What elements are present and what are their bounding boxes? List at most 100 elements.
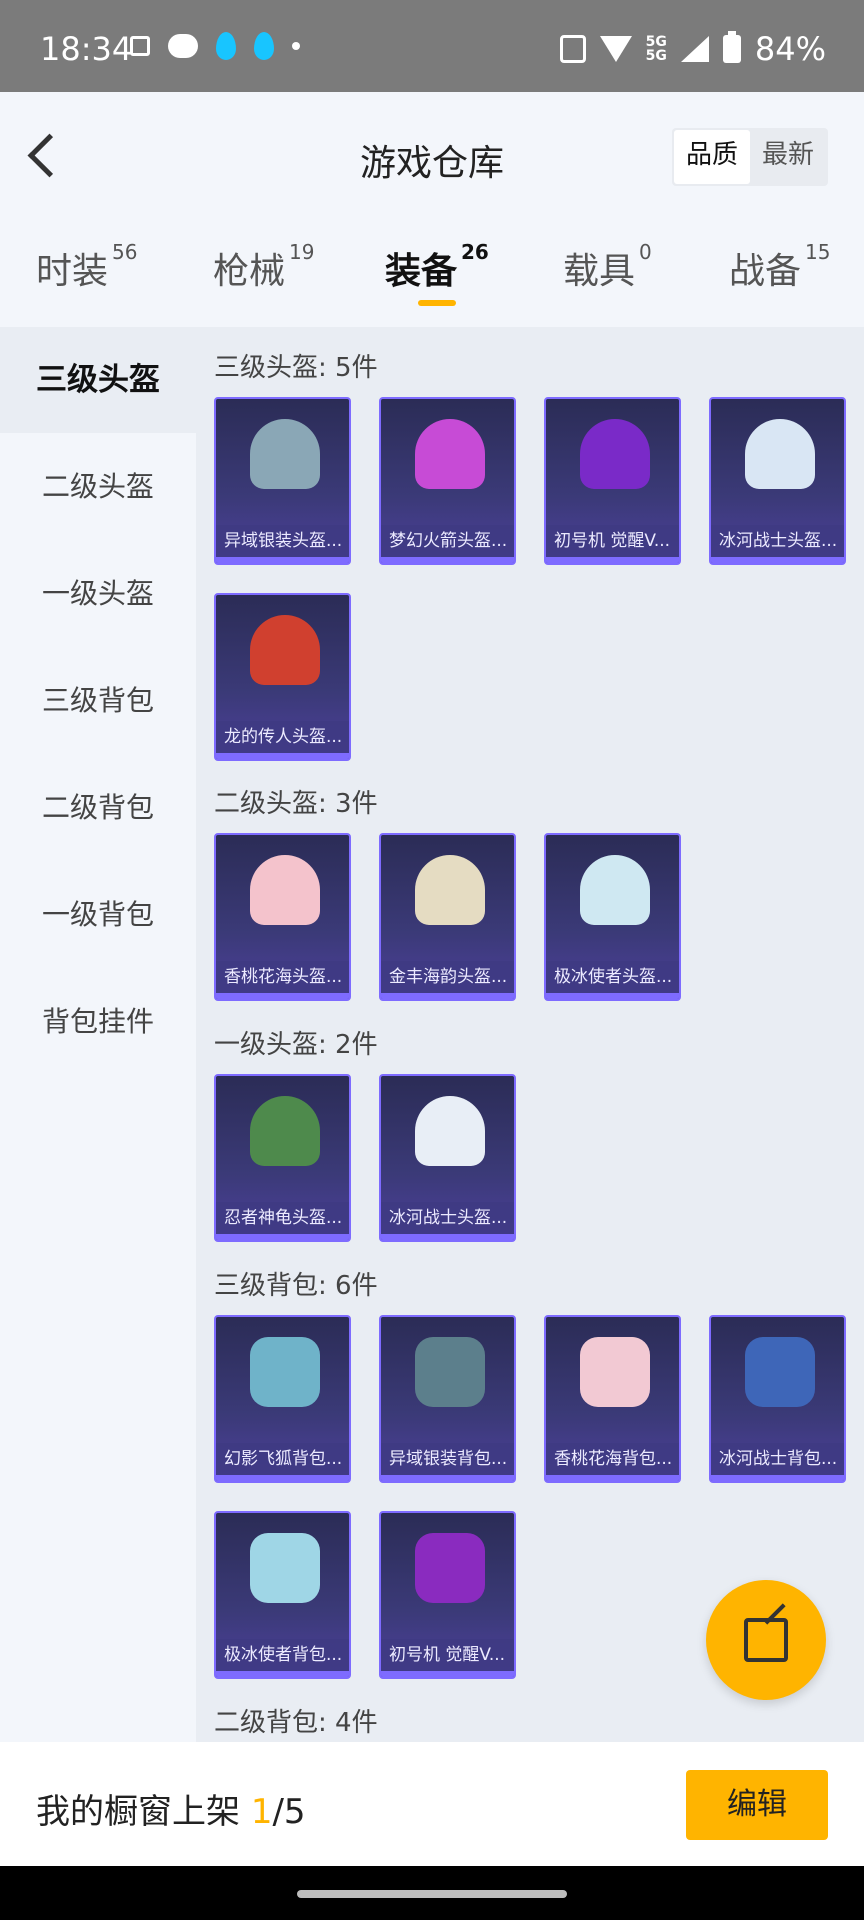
item-name: 初号机 觉醒V... (546, 525, 679, 557)
item-card[interactable]: 香桃花海头盔... (214, 833, 351, 1001)
item-card[interactable]: 香桃花海背包... (544, 1315, 681, 1483)
active-tab-indicator (418, 300, 456, 306)
item-card[interactable]: 龙的传人头盔... (214, 593, 351, 761)
tab-fashion[interactable]: 时装 56 (36, 240, 138, 294)
item-card[interactable]: 幻影飞狐背包... (214, 1315, 351, 1483)
helmet-icon (415, 1096, 485, 1166)
home-handle[interactable] (297, 1890, 567, 1898)
sidebar-item-level3-helmet[interactable]: 三级头盔 (0, 327, 196, 433)
section-title: 二级背包: 4件 (214, 1708, 378, 1738)
share-button[interactable] (706, 1580, 826, 1700)
sidebar-item-level1-helmet[interactable]: 一级头盔 (0, 541, 196, 647)
section-title: 二级头盔: 3件 (214, 789, 378, 819)
helmet-icon (250, 419, 320, 489)
item-card[interactable]: 梦幻火箭头盔... (379, 397, 516, 565)
drop-icon (216, 32, 236, 60)
item-card[interactable]: 极冰使者头盔... (544, 833, 681, 1001)
sort-toggle: 品质 最新 (671, 128, 828, 186)
item-name: 香桃花海头盔... (216, 961, 349, 993)
status-bar: 18:34 5G 5G 84% (0, 0, 864, 92)
external-link-icon (744, 1618, 788, 1662)
item-name: 香桃花海背包... (546, 1443, 679, 1475)
category-tabs: 时装 56 枪械 19 装备 26 载具 0 战备 15 (0, 222, 864, 327)
shelf-count: 1 (250, 1792, 273, 1832)
item-name: 冰河战士背包... (711, 1443, 844, 1475)
section-title: 三级背包: 6件 (214, 1271, 378, 1301)
item-name: 金丰海韵头盔... (381, 961, 514, 993)
item-name: 初号机 觉醒V... (381, 1639, 514, 1671)
helmet-icon (250, 1096, 320, 1166)
battery-icon (722, 31, 741, 63)
helmet-icon (250, 855, 320, 925)
tab-vehicles[interactable]: 载具 0 (563, 240, 652, 294)
item-card[interactable]: 异域银装背包... (379, 1315, 516, 1483)
backpack-icon (415, 1533, 485, 1603)
system-icons: 5G 5G 84% (559, 30, 826, 68)
tab-count: 0 (639, 240, 652, 264)
backpack-icon (250, 1337, 320, 1407)
edit-button[interactable]: 编辑 (686, 1770, 828, 1840)
signal-icon (680, 36, 709, 62)
helmet-icon (580, 855, 650, 925)
helmet-icon (250, 615, 320, 685)
helmet-icon (745, 419, 815, 489)
item-name: 梦幻火箭头盔... (381, 525, 514, 557)
item-name: 极冰使者背包... (216, 1639, 349, 1671)
system-nav-bar (0, 1866, 864, 1920)
item-card[interactable]: 初号机 觉醒V... (379, 1511, 516, 1679)
status-time: 18:34 (40, 30, 133, 68)
tab-weapons[interactable]: 枪械 19 (213, 240, 314, 294)
item-card[interactable]: 金丰海韵头盔... (379, 833, 516, 1001)
backpack-icon (250, 1533, 320, 1603)
item-name: 冰河战士头盔... (711, 525, 844, 557)
sidebar-item-level3-backpack[interactable]: 三级背包 (0, 648, 196, 754)
tab-equipment[interactable]: 装备 26 (385, 240, 489, 294)
item-grid: 三级头盔: 5件 异域银装头盔... 梦幻火箭头盔... 初号机 觉醒V... … (196, 327, 864, 1742)
bottom-bar: 我的橱窗上架 1/5 编辑 (0, 1742, 864, 1866)
sidebar-item-backpack-charm[interactable]: 背包挂件 (0, 969, 196, 1075)
sidebar-item-level2-backpack[interactable]: 二级背包 (0, 755, 196, 861)
network-type: 5G 5G (645, 34, 667, 64)
item-name: 异域银装背包... (381, 1443, 514, 1475)
item-name: 龙的传人头盔... (216, 721, 349, 753)
battery-percent: 84% (754, 30, 826, 68)
backpack-icon (580, 1337, 650, 1407)
item-name: 幻影飞狐背包... (216, 1443, 349, 1475)
item-name: 极冰使者头盔... (546, 961, 679, 993)
item-card[interactable]: 初号机 觉醒V... (544, 397, 681, 565)
item-name: 冰河战士头盔... (381, 1202, 514, 1234)
nfc-icon (559, 35, 586, 63)
sidebar-item-level1-backpack[interactable]: 一级背包 (0, 862, 196, 968)
tab-count: 56 (112, 240, 138, 264)
notification-icons (130, 32, 300, 60)
item-name: 异域银装头盔... (216, 525, 349, 557)
helmet-icon (580, 419, 650, 489)
item-card[interactable]: 异域银装头盔... (214, 397, 351, 565)
section-title: 一级头盔: 2件 (214, 1030, 378, 1060)
item-name: 忍者神龟头盔... (216, 1202, 349, 1234)
drop-icon (254, 32, 274, 60)
item-card[interactable]: 冰河战士头盔... (379, 1074, 516, 1242)
item-card[interactable]: 极冰使者背包... (214, 1511, 351, 1679)
shelf-status: 我的橱窗上架 1/5 (36, 1784, 306, 1833)
header: 游戏仓库 品质 最新 (0, 92, 864, 222)
shelf-total: /5 (272, 1792, 306, 1832)
tab-count: 15 (805, 240, 831, 264)
wifi-icon (599, 36, 632, 62)
backpack-icon (415, 1337, 485, 1407)
more-notifications-icon (292, 42, 300, 50)
item-card[interactable]: 冰河战士背包... (709, 1315, 846, 1483)
sidebar: 三级头盔 二级头盔 一级头盔 三级背包 二级背包 一级背包 背包挂件 (0, 327, 196, 1742)
section-title: 三级头盔: 5件 (214, 353, 378, 383)
sidebar-item-level2-helmet[interactable]: 二级头盔 (0, 434, 196, 540)
backpack-icon (745, 1337, 815, 1407)
helmet-icon (415, 419, 485, 489)
wechat-icon (168, 34, 198, 58)
sort-newest[interactable]: 最新 (750, 130, 826, 184)
document-icon (130, 36, 150, 56)
item-card[interactable]: 冰河战士头盔... (709, 397, 846, 565)
sort-quality[interactable]: 品质 (673, 130, 750, 184)
item-card[interactable]: 忍者神龟头盔... (214, 1074, 351, 1242)
tab-supplies[interactable]: 战备 15 (729, 240, 831, 294)
tab-count: 26 (461, 240, 489, 264)
